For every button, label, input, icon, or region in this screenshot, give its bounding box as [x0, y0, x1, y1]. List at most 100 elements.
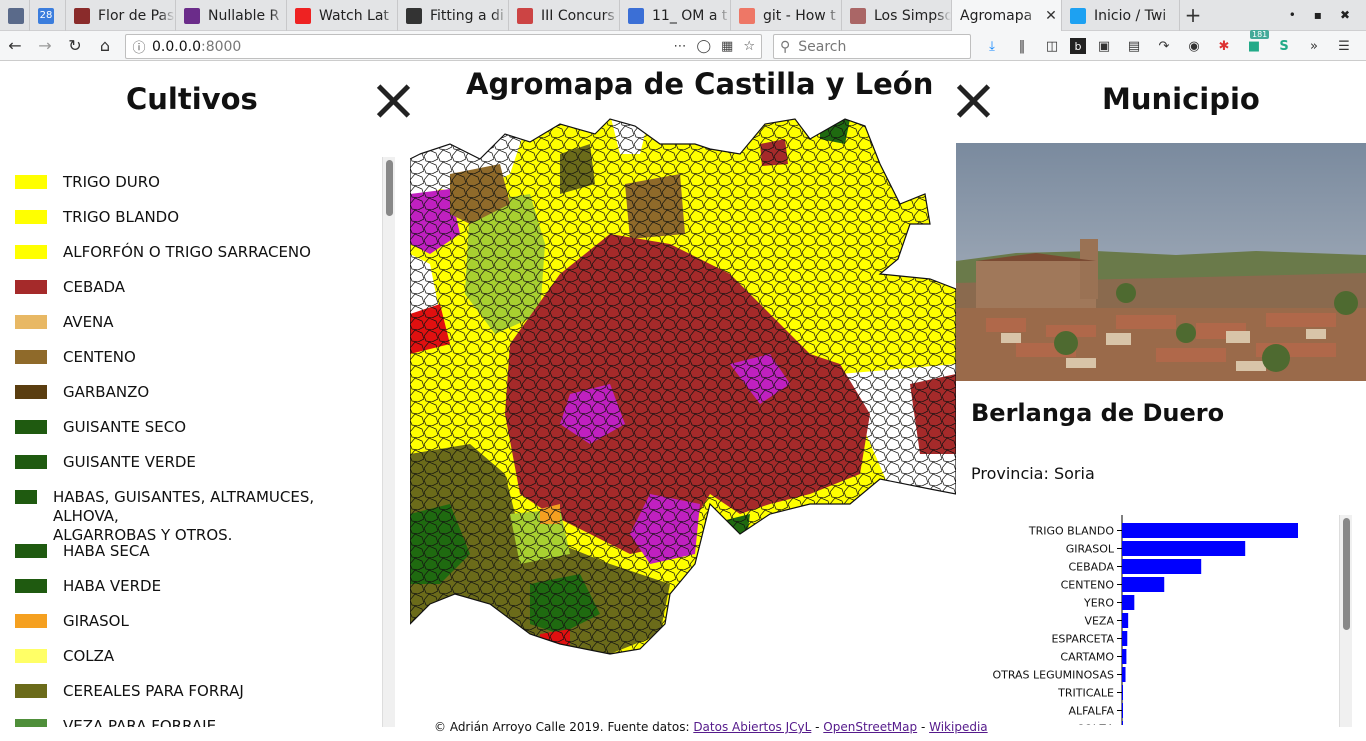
youtube-icon — [295, 7, 311, 24]
legend-item[interactable]: HABA SECA — [15, 542, 150, 561]
overflow-menu-icon[interactable]: » — [1302, 34, 1326, 58]
browser-tab-label: Agromapa — [960, 7, 1033, 24]
legend-label: ALFORFÓN O TRIGO SARRACENO — [63, 243, 311, 261]
legend-item[interactable]: AVENA — [15, 313, 114, 332]
legend-scrollbar[interactable] — [382, 157, 395, 727]
cat-extension-icon[interactable]: ◉ — [1182, 34, 1206, 58]
library-icon[interactable]: ‖ — [1010, 34, 1034, 58]
browser-tab[interactable]: III Concurs — [509, 0, 620, 31]
legend-item[interactable]: GARBANZO — [15, 383, 149, 402]
shield-icon — [74, 7, 90, 24]
legend-item[interactable]: GIRASOL — [15, 612, 129, 631]
reader-view-icon[interactable]: ▦ — [721, 39, 733, 54]
maximize-icon[interactable]: ▪ — [1314, 8, 1322, 22]
chart-scrollbar[interactable] — [1339, 515, 1352, 727]
browser-tab[interactable]: Fitting a di — [398, 0, 509, 31]
back-icon[interactable]: ← — [0, 31, 30, 61]
browser-tab[interactable]: Inicio / Twi — [1062, 0, 1180, 31]
legend-swatch — [15, 614, 47, 628]
legend-item[interactable]: TRIGO DURO — [15, 173, 160, 192]
browser-nav-bar: ← → ↻ ⌂ ⓘ 0.0.0.0:8000 ⋯ ◯ ▦ ☆ ⚲ Search … — [0, 30, 1366, 61]
page-footer: © Adrián Arroyo Calle 2019. Fuente datos… — [434, 720, 988, 734]
search-input[interactable]: ⚲ Search — [773, 34, 971, 59]
browser-tab[interactable]: Agromapa ✕ — [952, 0, 1062, 31]
legend-item[interactable]: HABA VERDE — [15, 577, 161, 596]
legend-swatch — [15, 684, 47, 698]
browser-tab[interactable]: Flor de Pas — [66, 0, 176, 31]
legend-label: TRIGO BLANDO — [63, 208, 180, 226]
screenshot-icon[interactable]: ▣ — [1092, 34, 1116, 58]
site-info-icon[interactable]: ⓘ — [126, 37, 152, 56]
forward-icon[interactable]: → — [30, 31, 60, 61]
footer-link-jcyl[interactable]: Datos Abiertos JCyL — [693, 720, 811, 734]
close-right-panel-icon[interactable] — [954, 82, 992, 120]
sidebar-icon[interactable]: ◫ — [1040, 34, 1064, 58]
extension-s-icon[interactable]: S — [1272, 34, 1296, 58]
chart-tick-label: GIRASOL — [1066, 543, 1115, 556]
browser-tab[interactable]: Nullable R — [176, 0, 287, 31]
legend-swatch — [15, 315, 47, 329]
page-content: Cultivos Agromapa de Castilla y León Mun… — [0, 62, 1366, 741]
browser-tab[interactable] — [0, 0, 30, 31]
close-tab-icon[interactable]: ✕ — [1041, 8, 1061, 24]
legend-item[interactable]: CENTENO — [15, 348, 136, 367]
legend-swatch — [15, 455, 47, 469]
hamburger-menu-icon[interactable]: ☰ — [1332, 34, 1356, 58]
legend-item[interactable]: CEBADA — [15, 278, 125, 297]
footer-link-osm[interactable]: OpenStreetMap — [823, 720, 917, 734]
browser-tab[interactable]: 28 — [30, 0, 66, 31]
legend-item[interactable]: CEREALES PARA FORRAJ — [15, 682, 244, 701]
chart-scroll-thumb[interactable] — [1343, 518, 1350, 630]
legend-swatch — [15, 350, 47, 364]
bookmark-star-icon[interactable]: ☆ — [743, 39, 755, 54]
crop-legend: TRIGO DURO TRIGO BLANDO ALFORFÓN O TRIGO S… — [0, 167, 382, 727]
reload-icon[interactable]: ↻ — [60, 31, 90, 61]
legend-swatch — [15, 280, 47, 294]
browser-tab[interactable]: Watch Lat — [287, 0, 398, 31]
legend-swatch — [15, 210, 47, 224]
chart-tick-label: TRIGO BLANDO — [1028, 525, 1114, 538]
browser-tab[interactable]: 11_ OM a t — [620, 0, 731, 31]
crop-bar-chart: TRIGO BLANDO GIRASOL CEBADA CENTENO YERO VEZA… — [992, 515, 1298, 725]
home-icon[interactable]: ⌂ — [90, 31, 120, 61]
legend-item[interactable]: COLZA — [15, 647, 114, 666]
legend-item[interactable]: HABAS, GUISANTES, ALTRAMUCES, ALHOVA, ALG… — [15, 488, 382, 545]
legend-swatch — [15, 719, 47, 727]
circle-icon — [184, 7, 200, 24]
pocket-icon[interactable]: ◯ — [696, 39, 711, 54]
notes-icon[interactable]: ▤ — [1122, 34, 1146, 58]
minimize-icon[interactable]: • — [1289, 8, 1296, 22]
extension-b-icon[interactable]: b — [1070, 38, 1086, 54]
window-controls: • ▪ ✖ — [1289, 0, 1366, 30]
browser-tab[interactable]: git - How t — [731, 0, 842, 31]
download-icon[interactable]: ⤓ — [980, 34, 1004, 58]
chart-tick-label: CENTENO — [1061, 579, 1115, 592]
new-tab-button[interactable]: + — [1180, 0, 1206, 30]
chart-bar — [1122, 559, 1202, 574]
legend-label: CEBADA — [63, 278, 126, 296]
legend-label: GARBANZO — [63, 383, 150, 401]
url-bar[interactable]: ⓘ 0.0.0.0:8000 ⋯ ◯ ▦ ☆ — [125, 34, 762, 59]
legend-item[interactable]: GUISANTE SECO — [15, 418, 186, 437]
browser-tab-label: Flor de Pas — [98, 7, 175, 24]
close-left-panel-icon[interactable] — [374, 82, 412, 120]
legend-item[interactable]: GUISANTE VERDE — [15, 453, 196, 472]
legend-item[interactable]: VEZA PARA FORRAJE — [15, 717, 216, 727]
legend-label: HABAS, GUISANTES, ALTRAMUCES, ALHOVA, ALG… — [53, 488, 315, 544]
chart-tick-label: CEBADA — [1068, 561, 1114, 574]
legend-item[interactable]: TRIGO BLANDO — [15, 208, 179, 227]
pinwheel-icon[interactable]: ✱ — [1212, 34, 1236, 58]
page-actions-icon[interactable]: ⋯ — [673, 39, 686, 54]
extension-badge-icon[interactable]: ■ 181 — [1242, 30, 1270, 58]
region-map[interactable] — [410, 114, 956, 658]
browser-tab-label: Nullable R — [208, 7, 280, 24]
page-title: Agromapa de Castilla y León — [466, 67, 934, 101]
close-window-icon[interactable]: ✖ — [1340, 8, 1350, 22]
footer-sep-1: - — [811, 720, 824, 734]
send-tab-icon[interactable]: ↷ — [1152, 34, 1176, 58]
legend-scroll-thumb[interactable] — [386, 160, 393, 216]
browser-tab-label: Los Simpso — [874, 7, 951, 24]
legend-item[interactable]: ALFORFÓN O TRIGO SARRACENO — [15, 243, 311, 262]
legend-swatch — [15, 420, 47, 434]
browser-tab[interactable]: Los Simpso — [842, 0, 952, 31]
